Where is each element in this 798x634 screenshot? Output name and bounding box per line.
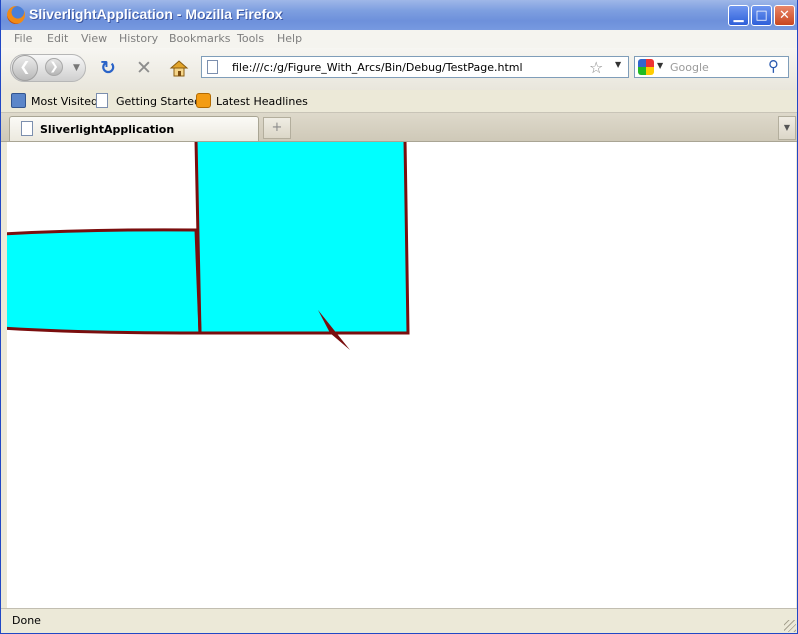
address-bar[interactable]: file:///c:/g/Figure_With_Arcs/Bin/Debug/…	[201, 56, 629, 78]
rss-feed-icon	[196, 93, 211, 108]
back-button[interactable]: ❮	[12, 55, 38, 81]
tab-strip: SliverlightApplication + ▼	[1, 113, 797, 142]
window-title: SliverlightApplication - Mozilla Firefox	[29, 6, 283, 22]
bookmark-label: Most Visited	[31, 95, 98, 108]
url-dropdown-icon[interactable]: ▼	[615, 60, 621, 69]
menu-view[interactable]: View	[81, 32, 107, 45]
navigation-toolbar: ❮ ❯ ▼ ↻ ✕ file:///c:/g/Figure_With_Arcs/…	[1, 48, 797, 91]
stop-icon[interactable]: ✕	[134, 58, 154, 78]
forward-button[interactable]: ❯	[45, 58, 63, 76]
tab-active[interactable]: SliverlightApplication	[9, 116, 259, 141]
browser-window: SliverlightApplication - Mozilla Firefox…	[0, 0, 798, 634]
bookmark-label: Getting Started	[116, 95, 202, 108]
tab-label: SliverlightApplication	[40, 123, 175, 136]
silverlight-figure	[7, 142, 410, 350]
history-dropdown-icon[interactable]: ▼	[73, 63, 80, 73]
menu-bookmarks[interactable]: Bookmarks	[169, 32, 230, 45]
page-icon	[96, 93, 108, 108]
menu-help[interactable]: Help	[277, 32, 302, 45]
menu-history[interactable]: History	[119, 32, 158, 45]
search-input[interactable]: Google	[670, 61, 709, 74]
page-icon	[21, 121, 33, 136]
resize-grip-icon[interactable]	[784, 620, 796, 632]
home-icon-graphic	[169, 60, 189, 77]
star-icon[interactable]: ☆	[589, 58, 603, 77]
reload-icon[interactable]: ↻	[98, 58, 118, 78]
menu-bar: File Edit View History Bookmarks Tools H…	[1, 30, 797, 48]
address-input[interactable]: file:///c:/g/Figure_With_Arcs/Bin/Debug/…	[232, 61, 523, 74]
minimize-button[interactable]: ▁	[728, 5, 749, 26]
status-bar: Done	[1, 608, 797, 633]
menu-tools[interactable]: Tools	[237, 32, 264, 45]
title-bar[interactable]: SliverlightApplication - Mozilla Firefox…	[1, 0, 797, 30]
maximize-button[interactable]: □	[751, 5, 772, 26]
new-tab-button[interactable]: +	[263, 117, 291, 139]
search-engine-dropdown-icon[interactable]: ▼	[657, 61, 663, 70]
magnifier-icon[interactable]: ⚲	[768, 57, 779, 75]
menu-edit[interactable]: Edit	[47, 32, 68, 45]
home-icon[interactable]	[169, 58, 189, 78]
bookmark-label: Latest Headlines	[216, 95, 308, 108]
back-arrow-icon: ❮	[19, 60, 31, 75]
close-button[interactable]: ✕	[774, 5, 795, 26]
bookmarks-toolbar: Most Visited Getting Started Latest Head…	[1, 90, 797, 113]
forward-arrow-icon: ❯	[49, 60, 59, 73]
smart-folder-icon	[11, 93, 26, 108]
back-forward-group: ❮ ❯ ▼	[10, 54, 86, 82]
firefox-logo-icon	[7, 6, 25, 24]
search-bar[interactable]: ▼ Google ⚲	[634, 56, 789, 78]
right-cyan-rectangle	[194, 142, 410, 335]
menu-file[interactable]: File	[14, 32, 32, 45]
page-icon	[207, 60, 218, 74]
status-text: Done	[12, 614, 41, 627]
left-cyan-shape	[7, 228, 202, 335]
search-engine-icon[interactable]	[638, 59, 654, 75]
tab-list-dropdown-icon[interactable]: ▼	[778, 116, 796, 140]
page-content	[7, 142, 796, 608]
